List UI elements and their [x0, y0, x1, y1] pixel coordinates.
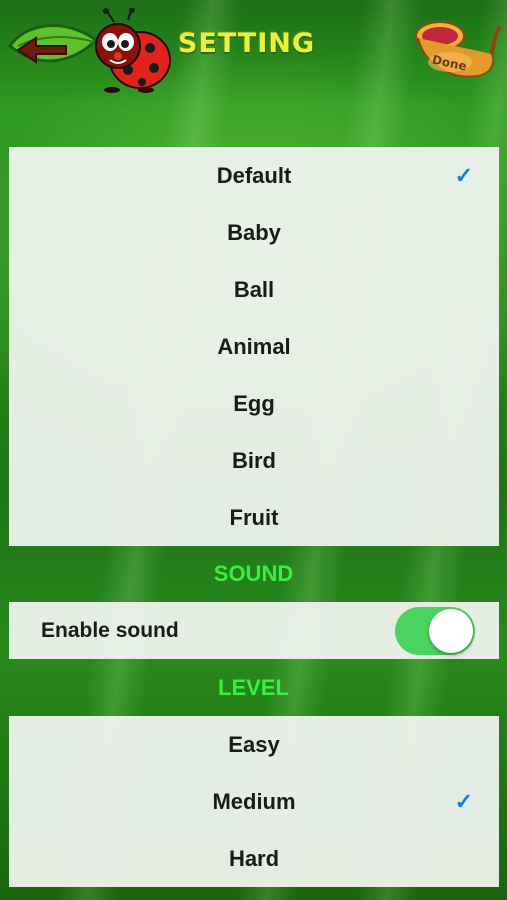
theme-item-label: Default [216, 163, 292, 188]
enable-sound-label: Enable sound [41, 619, 179, 642]
theme-item-animal[interactable]: Animal [9, 318, 499, 375]
theme-item-label: Fruit [229, 505, 279, 530]
theme-item-egg[interactable]: Egg [9, 375, 499, 432]
toggle-knob [429, 609, 473, 653]
checkmark-icon: ✓ [454, 163, 473, 188]
level-item-label: Hard [228, 846, 280, 871]
level-item-easy[interactable]: Easy [9, 716, 499, 773]
theme-item-fruit[interactable]: Fruit [9, 489, 499, 546]
level-section-label: LEVEL [218, 675, 289, 700]
theme-item-label: Animal [217, 334, 291, 359]
theme-item-default[interactable]: Default ✓ [9, 147, 499, 204]
checkmark-icon: ✓ [454, 789, 473, 814]
theme-item-label: Baby [227, 220, 281, 245]
enable-sound-toggle[interactable] [395, 607, 475, 655]
done-button[interactable] [410, 14, 502, 94]
theme-item-ball[interactable]: Ball [9, 261, 499, 318]
horn-icon [415, 21, 502, 78]
theme-item-baby[interactable]: Baby [9, 204, 499, 261]
level-item-label: Medium [212, 789, 296, 814]
ladybug-icon [84, 7, 172, 94]
theme-item-label: Egg [233, 391, 275, 416]
level-list: Easy Medium ✓ Hard [9, 716, 499, 887]
theme-item-bird[interactable]: Bird [9, 432, 499, 489]
enable-sound-row: Enable sound [9, 602, 499, 659]
level-item-label: Easy [228, 732, 280, 757]
sound-panel: Enable sound [9, 602, 499, 659]
theme-item-label: Ball [233, 277, 275, 302]
level-item-hard[interactable]: Hard [9, 830, 499, 887]
theme-list: Default ✓ Baby Ball Animal Egg Bird Frui… [9, 147, 499, 546]
level-item-medium[interactable]: Medium ✓ [9, 773, 499, 830]
theme-item-label: Bird [232, 448, 276, 473]
header: SETTING Done [0, 0, 507, 100]
sound-section-label: SOUND [213, 561, 294, 586]
page-title: SETTING [178, 28, 316, 59]
